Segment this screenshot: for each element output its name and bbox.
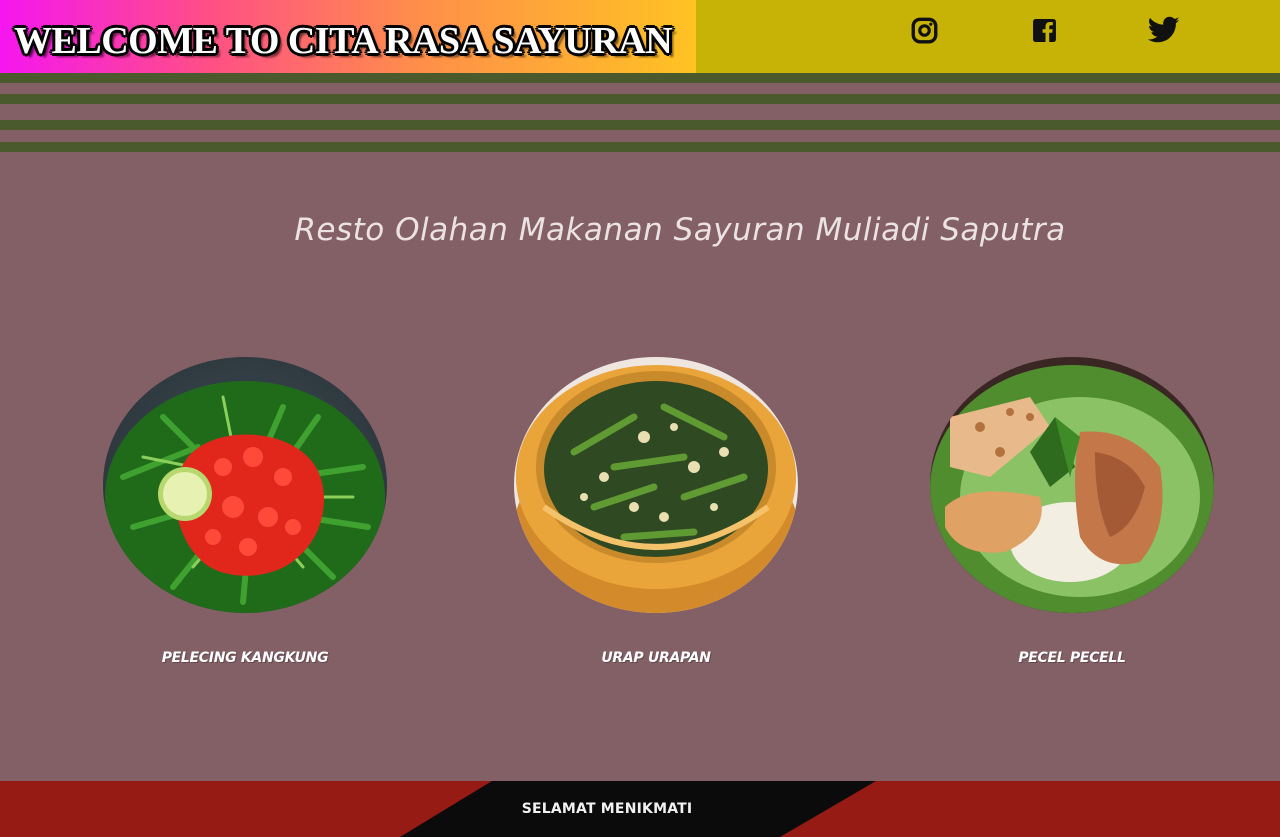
twitter-icon <box>1148 16 1180 44</box>
divider-stripe <box>0 142 1280 152</box>
twitter-link[interactable] <box>1148 14 1180 46</box>
page: WELCOME TO CITA RASA SAYURAN Resto Olaha… <box>0 0 1280 837</box>
facebook-link[interactable] <box>1028 14 1060 46</box>
dish-image-pelecing-kangkung[interactable] <box>103 357 387 613</box>
hero-subtitle: Resto Olahan Makanan Sayuran Muliadi Sap… <box>294 212 1066 248</box>
footer-text: SELAMAT MENIKMATI <box>521 801 693 817</box>
footer-bar: SELAMAT MENIKMATI <box>0 781 1280 837</box>
dish-name: PECEL PECELL <box>1018 650 1126 666</box>
divider-stripe <box>0 73 1280 83</box>
site-title: WELCOME TO CITA RASA SAYURAN <box>14 20 673 62</box>
instagram-icon <box>911 17 938 44</box>
dish-image-pecel-pecell[interactable] <box>930 357 1214 613</box>
dish-name: URAP URAPAN <box>601 650 711 666</box>
brand-banner: WELCOME TO CITA RASA SAYURAN <box>0 0 696 73</box>
dish-name: PELECING KANGKUNG <box>161 650 329 666</box>
divider-stripe <box>0 94 1280 104</box>
dish-card: URAP URAPAN <box>511 357 801 666</box>
instagram-link[interactable] <box>908 14 940 46</box>
dish-card: PECEL PECELL <box>927 357 1217 666</box>
header-bar: WELCOME TO CITA RASA SAYURAN <box>0 0 1280 73</box>
dish-image-urap-urapan[interactable] <box>514 357 798 613</box>
dish-card: PELECING KANGKUNG <box>100 357 390 666</box>
facebook-icon <box>1032 18 1057 43</box>
divider-stripe <box>0 120 1280 130</box>
